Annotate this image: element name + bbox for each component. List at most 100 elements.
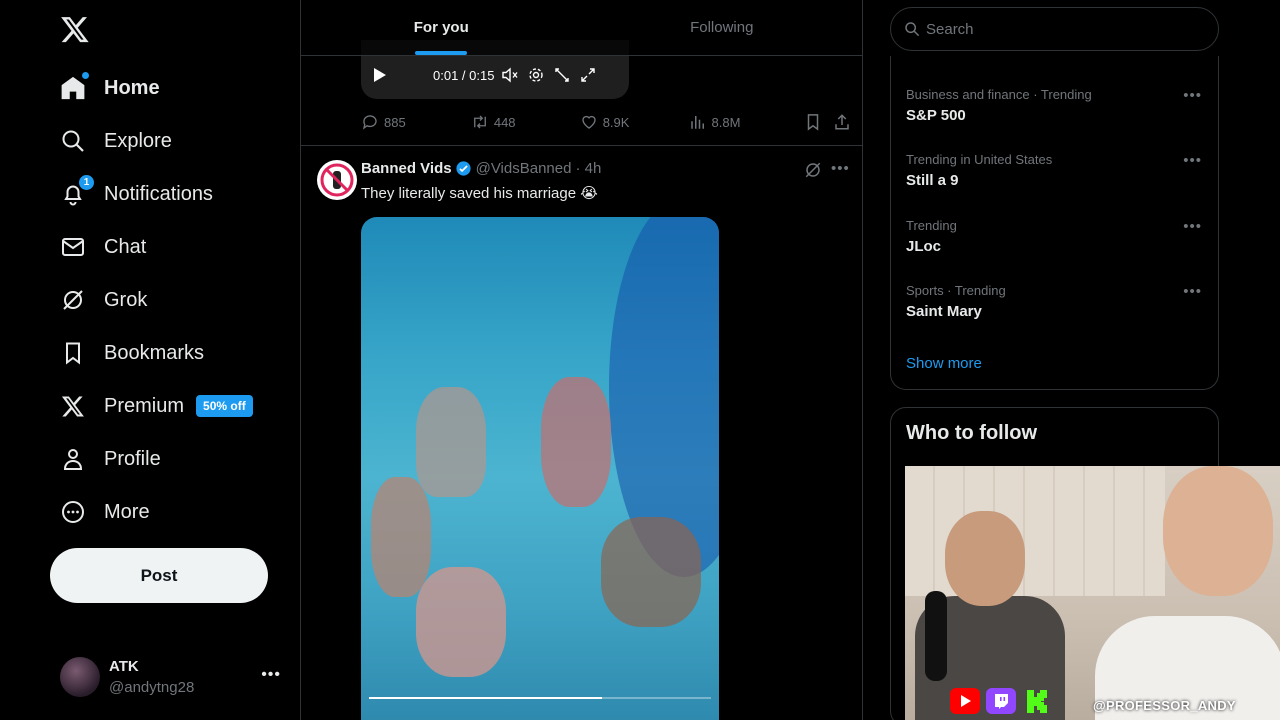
trend-name: JLoc bbox=[906, 238, 942, 255]
video-frame-person bbox=[416, 387, 486, 497]
trend-more-icon[interactable]: ••• bbox=[1183, 218, 1202, 235]
post-button[interactable]: Post bbox=[50, 548, 268, 603]
nav-more[interactable]: More bbox=[60, 492, 150, 532]
nav-profile-label: Profile bbox=[104, 447, 161, 470]
premium-discount-badge: 50% off bbox=[196, 395, 253, 417]
search-input[interactable] bbox=[926, 20, 1186, 38]
nav-premium[interactable]: Premium 50% off bbox=[60, 386, 253, 426]
like-count: 8.9K bbox=[602, 114, 630, 130]
grok-icon[interactable] bbox=[804, 161, 822, 184]
nav-explore-label: Explore bbox=[104, 129, 172, 152]
nav-notifications[interactable]: 1 Notifications bbox=[60, 174, 213, 214]
kick-icon bbox=[1022, 688, 1052, 714]
video-frame-person bbox=[541, 377, 611, 507]
x-logo-icon bbox=[60, 393, 86, 419]
search-icon bbox=[60, 128, 86, 154]
bookmark-icon bbox=[60, 340, 86, 366]
tweet-author-name[interactable]: Banned Vids bbox=[361, 160, 452, 177]
home-icon bbox=[60, 72, 89, 101]
repost-button[interactable]: 448 bbox=[471, 113, 580, 131]
tab-following[interactable]: Following bbox=[582, 0, 863, 55]
webcam-person bbox=[1163, 466, 1273, 596]
unread-dot bbox=[82, 72, 89, 79]
repost-icon bbox=[473, 115, 486, 129]
reply-count: 885 bbox=[384, 114, 406, 130]
mute-icon[interactable] bbox=[502, 67, 518, 83]
video-frame-person bbox=[416, 567, 506, 677]
fullscreen-icon[interactable] bbox=[580, 67, 596, 83]
left-sidebar: Home Explore 1 Notifications Chat Grok B… bbox=[0, 0, 300, 720]
x-logo-icon[interactable] bbox=[60, 14, 90, 44]
nav-chat[interactable]: Chat bbox=[60, 227, 146, 267]
nav-profile[interactable]: Profile bbox=[60, 439, 161, 479]
trend-more-icon[interactable]: ••• bbox=[1183, 87, 1202, 104]
nav-home[interactable]: Home bbox=[60, 68, 160, 108]
settings-icon[interactable] bbox=[528, 67, 544, 83]
reply-button[interactable]: 885 bbox=[361, 113, 471, 131]
nav-chat-label: Chat bbox=[104, 235, 147, 258]
avatar[interactable] bbox=[317, 160, 357, 200]
play-icon[interactable] bbox=[373, 67, 387, 83]
trend-name: S&P 500 bbox=[906, 107, 966, 124]
views-button[interactable]: 8.8M bbox=[689, 113, 805, 131]
notification-count-badge: 1 bbox=[79, 175, 94, 190]
streamer-handle: @PROFESSOR_ANDY bbox=[1093, 698, 1236, 713]
trend-context: Business and finance · Trending bbox=[906, 87, 1092, 102]
webcam-overlay bbox=[905, 466, 1280, 720]
heart-icon bbox=[582, 115, 596, 129]
share-icon bbox=[835, 114, 849, 130]
tab-for-you[interactable]: For you bbox=[301, 0, 582, 55]
twitch-icon bbox=[986, 688, 1016, 714]
reply-icon bbox=[362, 115, 377, 130]
video-frame-person bbox=[371, 477, 431, 597]
who-to-follow-title: Who to follow bbox=[906, 422, 1038, 444]
nav-bookmarks[interactable]: Bookmarks bbox=[60, 333, 204, 373]
tweet-video[interactable] bbox=[361, 217, 719, 720]
no-entry-hand-icon bbox=[320, 163, 354, 197]
trend-name: Still a 9 bbox=[906, 172, 959, 189]
nav-explore[interactable]: Explore bbox=[60, 121, 172, 161]
timeline: For you Following 0:01 / 0:15 885 448 8.… bbox=[300, 0, 863, 720]
post-actions: 885 448 8.9K 8.8M bbox=[361, 110, 851, 134]
video-progress-fill bbox=[369, 697, 602, 699]
show-more-link[interactable]: Show more bbox=[906, 355, 982, 372]
account-name: ATK bbox=[109, 658, 139, 675]
bell-icon: 1 bbox=[60, 175, 94, 207]
share-button[interactable] bbox=[833, 113, 851, 131]
bookmark-icon bbox=[808, 114, 819, 131]
microphone bbox=[925, 591, 947, 681]
video-time: 0:01 / 0:15 bbox=[433, 67, 495, 83]
like-button[interactable]: 8.9K bbox=[580, 113, 689, 131]
trend-item[interactable]: Sports · Trending Saint Mary ••• bbox=[906, 283, 1206, 320]
trend-item[interactable]: Business and finance · Trending S&P 500 … bbox=[906, 87, 1206, 124]
picture-in-picture-icon[interactable] bbox=[554, 67, 570, 83]
nav-bookmarks-label: Bookmarks bbox=[104, 341, 205, 364]
search-box[interactable] bbox=[890, 7, 1219, 51]
nav-home-label: Home bbox=[104, 76, 160, 99]
more-circle-icon bbox=[60, 499, 86, 525]
mail-icon bbox=[60, 234, 86, 260]
trend-item[interactable]: Trending JLoc ••• bbox=[906, 218, 1206, 255]
views-count: 8.8M bbox=[711, 114, 741, 130]
repost-count: 448 bbox=[493, 114, 516, 130]
nav-grok[interactable]: Grok bbox=[60, 280, 147, 320]
tweet-author-handle[interactable]: @VidsBanned bbox=[476, 160, 572, 177]
bookmark-button[interactable] bbox=[804, 113, 833, 131]
trend-item[interactable]: Trending in United States Still a 9 ••• bbox=[906, 152, 1206, 189]
tweet-text: They literally saved his marriage 😭 bbox=[361, 185, 598, 202]
trend-context: Trending bbox=[906, 218, 957, 233]
trend-more-icon[interactable]: ••• bbox=[1183, 152, 1202, 169]
account-more-icon[interactable]: ••• bbox=[261, 666, 281, 684]
grok-icon bbox=[60, 287, 86, 313]
avatar bbox=[60, 657, 100, 697]
account-switcher[interactable]: ATK @andytng28 ••• bbox=[60, 654, 285, 700]
post-divider bbox=[301, 145, 862, 146]
trend-more-icon[interactable]: ••• bbox=[1183, 283, 1202, 300]
video-progress-bar[interactable] bbox=[369, 697, 711, 699]
nav-grok-label: Grok bbox=[104, 288, 148, 311]
trend-context: Trending in United States bbox=[906, 152, 1053, 167]
account-handle: @andytng28 bbox=[109, 679, 195, 696]
tweet-timestamp[interactable]: · 4h bbox=[575, 160, 601, 177]
nav-premium-label: Premium bbox=[104, 394, 185, 417]
tweet-more-icon[interactable]: ••• bbox=[831, 160, 850, 177]
